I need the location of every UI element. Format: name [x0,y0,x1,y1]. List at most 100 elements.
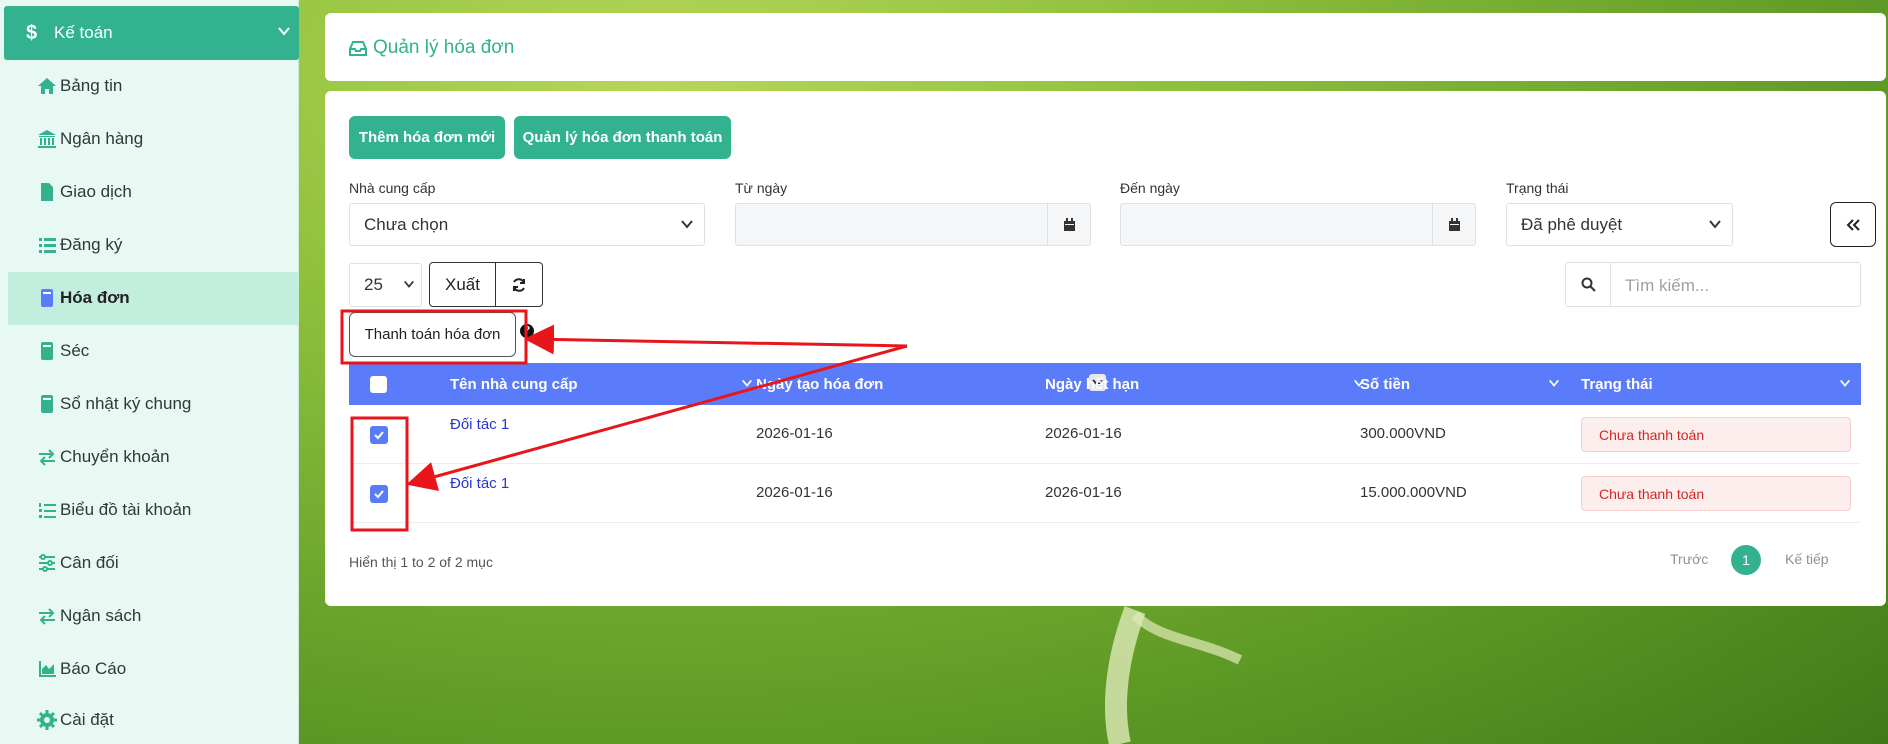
status-badge: Chưa thanh toán [1581,417,1851,452]
refresh-icon [513,277,525,292]
sidebar-header-label: Kế toán [54,23,113,42]
chevron-down-icon [681,220,693,229]
supplier-select[interactable]: Chưa chọn [349,203,705,246]
calendar-icon[interactable] [1432,204,1475,245]
info-icon[interactable]: ? [520,324,534,338]
table-row: Đối tác 1 2026-01-16 2026-01-16 15.000.0… [349,464,1861,523]
sidebar: $ Kế toán Bảng tin Ngân hàng Giao dịch Đ… [0,0,299,744]
invoice-list-card: Thêm hóa đơn mới Quản lý hóa đơn thanh t… [325,91,1886,606]
sidebar-item-label: Ngân hàng [60,129,144,148]
refresh-button[interactable] [495,262,543,307]
to-date-input[interactable] [1120,203,1476,246]
column-header-created-date[interactable]: Ngày tạo hóa đơn [756,376,883,393]
search-box[interactable]: Tìm kiếm... [1565,262,1861,307]
pagination-page-current[interactable]: 1 [1731,545,1761,575]
export-button[interactable]: Xuất [429,262,496,307]
from-date-input[interactable] [735,203,1091,246]
table-header: Tên nhà cung cấp Ngày tạo hóa đơn Ngày h… [349,363,1861,405]
sort-icon[interactable] [1839,377,1851,389]
page-title-text: Quản lý hóa đơn [373,37,515,58]
sidebar-item-transfer[interactable]: Chuyển khoản [8,431,299,484]
chevron-down-icon [1709,220,1721,229]
calendar-icon[interactable] [1047,204,1090,245]
sidebar-item-balance[interactable]: Cân đối [8,537,299,590]
search-icon [1566,263,1611,306]
due-date-cell: 2026-01-16 [1045,484,1122,501]
sidebar-item-label: Cân đối [60,553,119,572]
pagination-prev[interactable]: Trước [1670,551,1708,567]
sort-icon[interactable] [1548,377,1560,389]
sidebar-item-bank[interactable]: Ngân hàng [8,113,299,166]
status-filter-label: Trạng thái [1506,180,1569,196]
amount-cell: 300.000VND [1360,425,1446,442]
gear-icon [37,710,57,730]
column-header-due-date[interactable]: Ngày hết hạn [1045,376,1139,393]
sidebar-item-chart-of-accounts[interactable]: Biểu đồ tài khoản [8,484,299,537]
chevron-down-icon [404,280,414,288]
sidebar-item-label: Cài đặt [60,710,114,729]
manage-payments-button[interactable]: Quản lý hóa đơn thanh toán [514,116,731,159]
status-badge: Chưa thanh toán [1581,476,1851,511]
sort-icon[interactable] [741,377,753,389]
supplier-cell[interactable]: Đối tác 1 [450,416,509,433]
select-all-checkbox[interactable] [370,376,387,393]
due-date-cell: 2026-01-16 [1045,425,1122,442]
row-checkbox[interactable] [370,426,388,444]
sidebar-item-checks[interactable]: Séc [8,325,299,378]
list-icon [39,238,56,253]
supplier-link[interactable]: Đối tác 1 [450,416,509,433]
sidebar-item-dashboard[interactable]: Bảng tin [8,60,299,113]
pagination-next[interactable]: Kế tiếp [1785,551,1829,567]
inbox-icon [349,41,367,56]
file-icon [41,183,53,201]
list-ol-icon [39,503,56,518]
status-filter-select[interactable]: Đã phê duyệt [1506,203,1733,246]
sidebar-item-register[interactable]: Đăng ký [8,219,299,272]
sidebar-item-label: Giao dịch [60,182,132,201]
sidebar-item-label: Đăng ký [60,235,123,254]
sliders-icon [39,554,55,572]
search-input[interactable]: Tìm kiếm... [1625,276,1709,296]
bank-icon [38,130,56,148]
page-size-value: 25 [364,275,383,294]
sidebar-item-label: Báo Cáo [60,659,127,678]
area-chart-icon [39,661,56,677]
double-chevron-left-icon [1846,218,1860,231]
sidebar-item-label: Biểu đồ tài khoản [60,500,192,519]
book-icon [41,342,53,360]
supplier-cell[interactable]: Đối tác 1 [450,475,509,492]
sidebar-item-label: Ngân sách [60,606,142,625]
exchange-icon [39,608,55,625]
sidebar-item-label: Hóa đơn [60,288,130,307]
sidebar-item-invoices[interactable]: Hóa đơn [8,272,299,325]
dollar-icon: $ [26,21,38,44]
created-date-cell: 2026-01-16 [756,425,833,442]
page-size-select[interactable]: 25 [349,263,422,307]
collapse-filters-button[interactable] [1830,202,1876,247]
column-header-status[interactable]: Trạng thái [1581,376,1653,393]
column-header-amount[interactable]: Số tiền [1360,376,1410,393]
sidebar-item-transactions[interactable]: Giao dịch [8,166,299,219]
amount-cell: 15.000.000VND [1360,484,1467,501]
sidebar-item-settings[interactable]: Cài đặt [8,694,299,744]
pay-invoices-button[interactable]: Thanh toán hóa đơn [349,312,516,357]
row-checkbox[interactable] [370,485,388,503]
to-date-label: Đến ngày [1120,180,1180,196]
sidebar-header-accounting[interactable]: $ Kế toán [4,6,299,60]
supplier-link[interactable]: Đối tác 1 [450,475,509,492]
sidebar-item-label: Sổ nhật ký chung [60,394,192,413]
status-filter-value: Đã phê duyệt [1521,214,1623,234]
pagination-info: Hiển thị 1 to 2 of 2 mục [349,554,493,570]
column-header-supplier[interactable]: Tên nhà cung cấp [450,376,578,393]
sidebar-item-reports[interactable]: Báo Cáo [8,643,299,696]
supplier-label: Nhà cung cấp [349,180,436,196]
sidebar-item-label: Séc [60,341,90,360]
sidebar-item-label: Chuyển khoản [60,447,170,466]
exchange-icon [39,449,55,466]
sidebar-item-journal[interactable]: Sổ nhật ký chung [8,378,299,431]
page-header-card: Quản lý hóa đơn [325,13,1886,81]
supplier-select-value: Chưa chọn [364,214,449,234]
table-row: Đối tác 1 2026-01-16 2026-01-16 300.000V… [349,405,1861,464]
sidebar-item-budget[interactable]: Ngân sách [8,590,299,643]
add-invoice-button[interactable]: Thêm hóa đơn mới [349,116,505,159]
